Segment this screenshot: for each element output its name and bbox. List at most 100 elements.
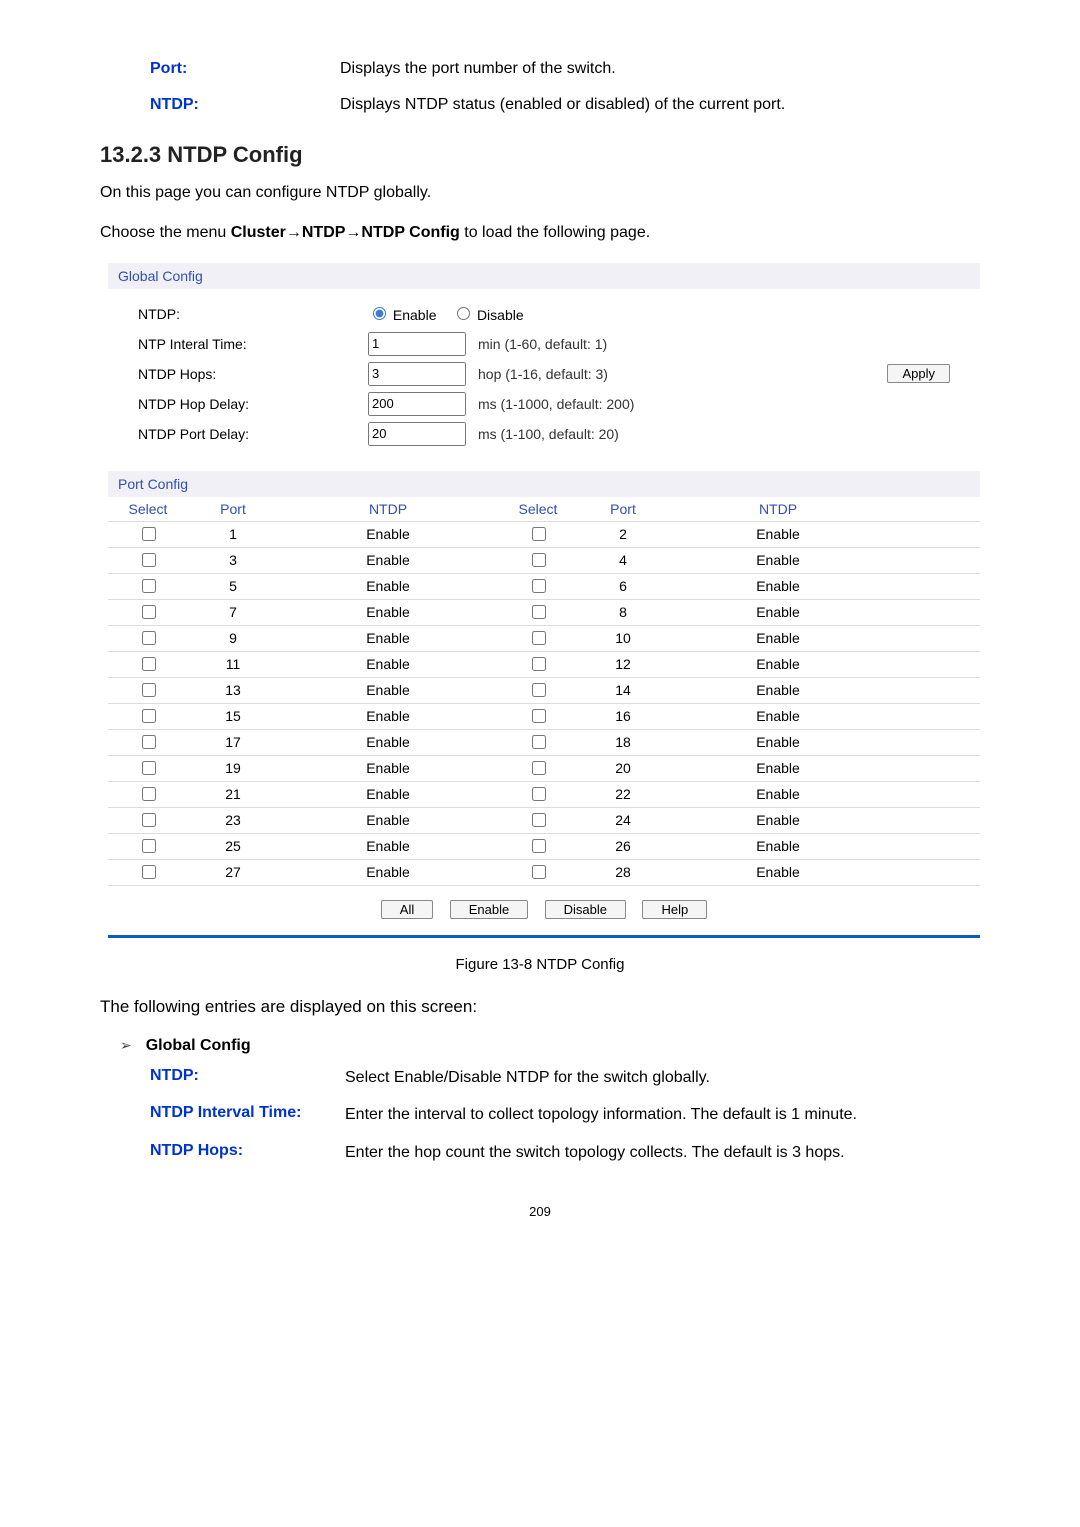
- port-number: 8: [578, 604, 668, 620]
- port-select-checkbox[interactable]: [532, 813, 546, 827]
- port-select-checkbox[interactable]: [142, 683, 156, 697]
- col-ntdp-right: NTDP: [668, 501, 888, 517]
- port-ntdp-status: Enable: [668, 864, 888, 880]
- port-number: 2: [578, 526, 668, 542]
- port-ntdp-status: Enable: [278, 786, 498, 802]
- gc-row-interval: NTP Interal Time: min (1-60, default: 1): [138, 329, 980, 359]
- port-number: 16: [578, 708, 668, 724]
- sub-section-row: ➢ Global Config: [120, 1037, 980, 1055]
- section-title: 13.2.3 NTDP Config: [100, 142, 980, 168]
- ntdp-disable-radio[interactable]: [457, 307, 470, 320]
- port-select-checkbox[interactable]: [142, 553, 156, 567]
- port-number: 7: [188, 604, 278, 620]
- port-number: 22: [578, 786, 668, 802]
- port-number: 6: [578, 578, 668, 594]
- port-select-checkbox[interactable]: [142, 865, 156, 879]
- port-select-checkbox[interactable]: [142, 631, 156, 645]
- port-ntdp-status: Enable: [278, 838, 498, 854]
- port-number: 11: [188, 656, 278, 672]
- port-select-checkbox[interactable]: [532, 683, 546, 697]
- port-select-checkbox[interactable]: [532, 735, 546, 749]
- port-ntdp-status: Enable: [278, 708, 498, 724]
- port-number: 13: [188, 682, 278, 698]
- port-select-checkbox[interactable]: [532, 839, 546, 853]
- entry-row: NTDP Hops: Enter the hop count the switc…: [150, 1142, 980, 1164]
- follow-text: The following entries are displayed on t…: [100, 997, 980, 1017]
- apply-button[interactable]: Apply: [887, 364, 950, 383]
- entry-term: NTDP Interval Time:: [150, 1104, 345, 1126]
- col-port-right: Port: [578, 501, 668, 517]
- port-number: 5: [188, 578, 278, 594]
- port-number: 21: [188, 786, 278, 802]
- table-row: 3Enable4Enable: [108, 548, 980, 574]
- ntdp-disable-option[interactable]: Disable: [452, 307, 524, 323]
- col-select-right: Select: [498, 501, 578, 517]
- gc-label: NTDP Hop Delay:: [138, 396, 368, 412]
- port-number: 20: [578, 760, 668, 776]
- port-select-checkbox[interactable]: [532, 631, 546, 645]
- port-select-checkbox[interactable]: [142, 709, 156, 723]
- port-ntdp-status: Enable: [668, 552, 888, 568]
- gc-hint: min (1-60, default: 1): [478, 336, 980, 352]
- port-number: 18: [578, 734, 668, 750]
- table-row: 9Enable10Enable: [108, 626, 980, 652]
- hop-delay-input[interactable]: [368, 392, 466, 416]
- gc-label: NTP Interal Time:: [138, 336, 368, 352]
- port-select-checkbox[interactable]: [532, 709, 546, 723]
- port-actions: All Enable Disable Help: [108, 900, 980, 919]
- table-row: 25Enable26Enable: [108, 834, 980, 860]
- col-port-left: Port: [188, 501, 278, 517]
- port-select-checkbox[interactable]: [142, 761, 156, 775]
- port-select-checkbox[interactable]: [142, 657, 156, 671]
- table-row: 13Enable14Enable: [108, 678, 980, 704]
- table-row: 1Enable2Enable: [108, 522, 980, 548]
- port-number: 19: [188, 760, 278, 776]
- port-select-checkbox[interactable]: [142, 787, 156, 801]
- port-number: 14: [578, 682, 668, 698]
- menu-bold: Cluster→NTDP→NTDP Config: [231, 224, 460, 241]
- ntdp-enable-radio[interactable]: [373, 307, 386, 320]
- menu-prefix: Choose the menu: [100, 224, 231, 241]
- port-select-checkbox[interactable]: [142, 839, 156, 853]
- port-ntdp-status: Enable: [278, 812, 498, 828]
- port-select-checkbox[interactable]: [142, 735, 156, 749]
- enable-button[interactable]: Enable: [450, 900, 528, 919]
- port-select-checkbox[interactable]: [532, 553, 546, 567]
- table-row: 23Enable24Enable: [108, 808, 980, 834]
- interval-input[interactable]: [368, 332, 466, 356]
- port-select-checkbox[interactable]: [532, 787, 546, 801]
- port-ntdp-status: Enable: [668, 604, 888, 620]
- port-ntdp-status: Enable: [668, 526, 888, 542]
- disable-button[interactable]: Disable: [545, 900, 626, 919]
- col-ntdp-left: NTDP: [278, 501, 498, 517]
- def-term: Port:: [100, 60, 340, 78]
- port-select-checkbox[interactable]: [532, 605, 546, 619]
- hops-input[interactable]: [368, 362, 466, 386]
- gc-row-hops: NTDP Hops: hop (1-16, default: 3) Apply: [138, 359, 980, 389]
- table-row: 27Enable28Enable: [108, 860, 980, 886]
- ntdp-enable-option[interactable]: Enable: [368, 307, 436, 323]
- port-ntdp-status: Enable: [278, 552, 498, 568]
- port-ntdp-status: Enable: [668, 812, 888, 828]
- port-select-checkbox[interactable]: [532, 761, 546, 775]
- port-select-checkbox[interactable]: [532, 865, 546, 879]
- def-desc: Displays NTDP status (enabled or disable…: [340, 96, 980, 114]
- port-select-checkbox[interactable]: [532, 657, 546, 671]
- port-delay-input[interactable]: [368, 422, 466, 446]
- all-button[interactable]: All: [381, 900, 433, 919]
- port-number: 26: [578, 838, 668, 854]
- port-select-checkbox[interactable]: [142, 579, 156, 593]
- port-ntdp-status: Enable: [278, 864, 498, 880]
- disable-label: Disable: [477, 307, 524, 323]
- gc-row-port-delay: NTDP Port Delay: ms (1-100, default: 20): [138, 419, 980, 449]
- port-ntdp-status: Enable: [668, 760, 888, 776]
- port-select-checkbox[interactable]: [142, 527, 156, 541]
- port-ntdp-status: Enable: [668, 630, 888, 646]
- port-select-checkbox[interactable]: [142, 813, 156, 827]
- port-select-checkbox[interactable]: [532, 579, 546, 593]
- port-number: 15: [188, 708, 278, 724]
- port-ntdp-status: Enable: [278, 760, 498, 776]
- help-button[interactable]: Help: [642, 900, 707, 919]
- port-select-checkbox[interactable]: [532, 527, 546, 541]
- port-select-checkbox[interactable]: [142, 605, 156, 619]
